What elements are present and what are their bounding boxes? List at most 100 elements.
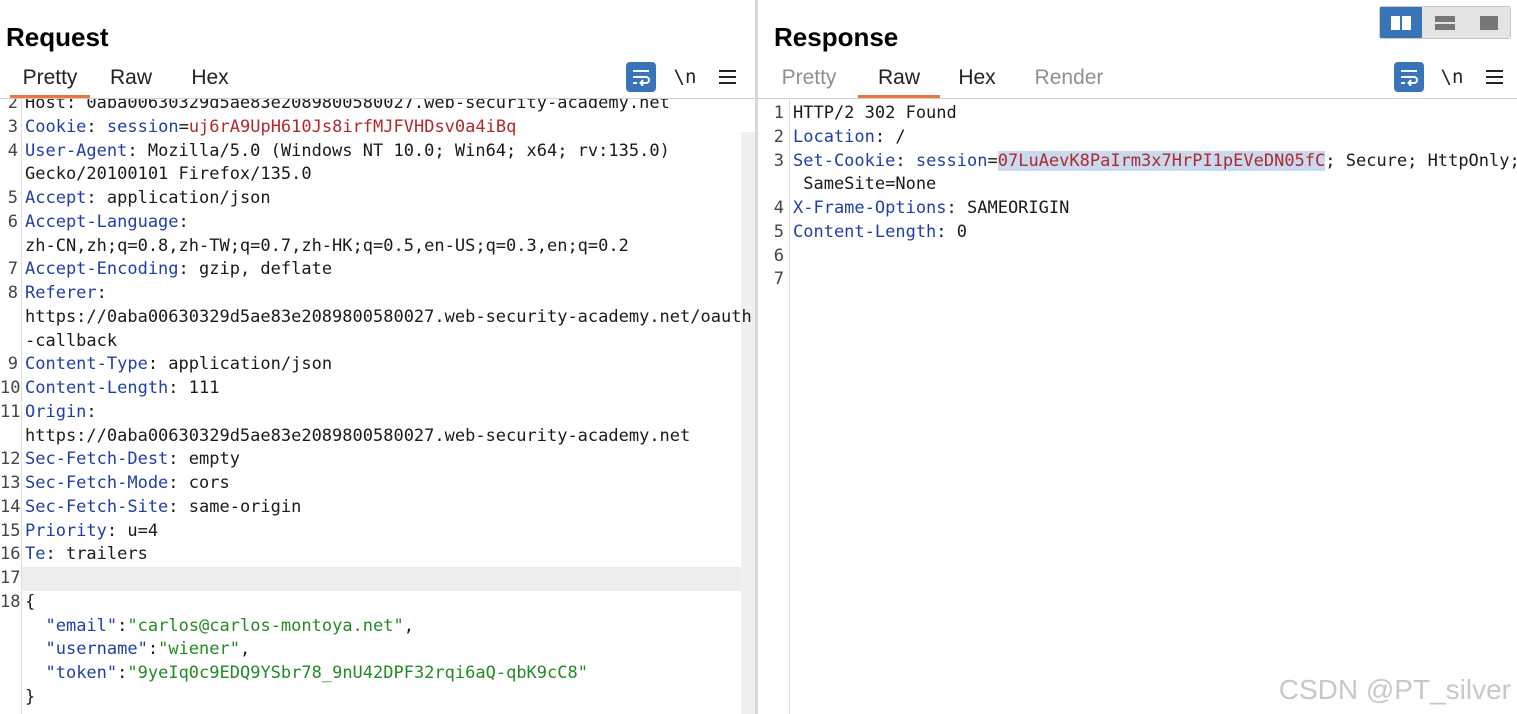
code-token: Set-Cookie — [793, 150, 896, 171]
request-pane: Request Pretty Raw Hex \n 2 Host: 0aba006… — [0, 0, 755, 714]
layout-switcher — [1379, 6, 1511, 39]
code-token: { — [25, 591, 36, 612]
code-token: "9yeIq0c9EDQ9YSbr78_9nU42DPF32rqi6aQ-qbK… — [127, 663, 588, 683]
code-token: uj6rA9UpH610Js8irfMJFVHDsv0a4iBq — [188, 116, 517, 137]
code-text: Gecko/20100101 Firefox/135.0 — [25, 163, 312, 187]
watermark: CSDN @PT_silver — [1278, 674, 1511, 705]
code-token: Gecko/20100101 Firefox/135.0 — [25, 164, 312, 185]
code-text: X-Frame-Options: SAMEORIGIN — [793, 197, 1069, 221]
tab-request-pretty[interactable]: Pretty — [10, 66, 90, 98]
code-token: Accept — [25, 188, 87, 208]
code-token: Location — [793, 126, 875, 147]
code-text: Sec-Fetch-Mode: cors — [25, 472, 230, 496]
word-wrap-icon[interactable] — [1394, 62, 1424, 92]
code-text: Referer: — [25, 282, 107, 306]
line-number: 14 — [0, 496, 21, 517]
code-token: : empty — [168, 449, 240, 470]
code-token: : — [117, 615, 128, 636]
code-token: Accept-Encoding — [25, 259, 179, 280]
word-wrap-icon[interactable] — [626, 62, 656, 92]
line-number: 4 — [773, 198, 784, 218]
hamburger-menu-icon[interactable] — [1479, 62, 1509, 92]
code-token: Origin — [25, 401, 87, 422]
single-pane-icon[interactable] — [1468, 7, 1510, 38]
request-scrollbar[interactable] — [741, 132, 755, 714]
code-token: zh-CN,zh;q=0.8,zh-TW;q=0.7,zh-HK;q=0.5,e… — [25, 235, 629, 256]
code-text: Accept-Language: — [25, 211, 189, 235]
response-editor[interactable]: 1 HTTP/2 302 Found 2 Location: / 3 Set-Cookie… — [758, 99, 1517, 714]
code-text: Te: trailers — [25, 543, 148, 567]
response-pane: Response Pretty Raw Hex Render \n 1 HTTP/… — [758, 0, 1517, 714]
line-number: 8 — [7, 283, 18, 303]
tab-request-raw[interactable]: Raw — [102, 66, 160, 98]
code-text: Sec-Fetch-Dest: empty — [25, 448, 240, 472]
code-token: "email" — [45, 615, 118, 636]
code-token: : — [96, 283, 107, 303]
request-editor[interactable]: 2 Host: 0aba00630329d5ae83e2089800580027.… — [0, 99, 755, 714]
code-text: Priority: u=4 — [25, 520, 158, 544]
code-text: Content-Length: 0 — [793, 221, 967, 245]
code-text: Accept-Encoding: gzip, deflate — [25, 258, 332, 282]
tab-request-hex[interactable]: Hex — [182, 66, 238, 98]
code-token: session — [106, 116, 179, 137]
code-token: X-Frame-Options — [793, 198, 947, 218]
tab-response-hex[interactable]: Hex — [956, 66, 998, 98]
code-token: : — [117, 663, 128, 683]
code-token: , — [239, 639, 251, 660]
code-token: } — [25, 686, 36, 707]
code-token: https://0aba00630329d5ae83e2089800580027… — [25, 425, 691, 446]
code-token: 07LuAevK8PaIrm3x7HrPI1pEVeDN05fC — [997, 150, 1326, 171]
code-token: Host: 0aba00630329d5ae83e2089800580027.w… — [25, 99, 670, 113]
code-token: SameSite=None — [793, 174, 937, 195]
show-newlines-icon[interactable]: \n — [1437, 62, 1467, 92]
code-token: = — [987, 150, 998, 171]
code-text: "username":"wiener", — [25, 638, 250, 662]
code-text: Set-Cookie: session=07LuAevK8PaIrm3x7HrP… — [793, 150, 1517, 174]
code-token: session — [915, 150, 988, 171]
line-number: 13 — [0, 473, 21, 493]
show-newlines-icon[interactable]: \n — [670, 62, 700, 92]
line-number: 10 — [0, 378, 21, 398]
code-text: } — [25, 686, 35, 710]
code-token: : — [147, 639, 159, 660]
code-text: HTTP/2 302 Found — [793, 102, 957, 126]
split-vertical-icon[interactable] — [1424, 7, 1466, 38]
code-token: : application/json — [147, 354, 333, 375]
code-text: Accept: application/json — [25, 187, 271, 211]
code-text: https://0aba00630329d5ae83e2089800580027… — [25, 425, 690, 449]
request-title: Request — [6, 22, 109, 52]
code-token: : — [178, 211, 189, 232]
line-number: 7 — [7, 259, 18, 280]
tab-response-render[interactable]: Render — [1032, 66, 1106, 98]
line-number: 16 — [0, 544, 21, 565]
code-token: : application/json — [86, 188, 271, 208]
code-token: Sec-Fetch-Mode — [25, 473, 169, 493]
code-text: https://0aba00630329d5ae83e2089800580027… — [25, 306, 752, 330]
code-token: Content-Length — [25, 378, 169, 398]
tab-response-raw[interactable]: Raw — [858, 66, 940, 98]
code-token: -callback — [25, 330, 118, 351]
code-token: : SAMEORIGIN — [946, 198, 1070, 218]
hamburger-menu-icon[interactable] — [712, 62, 742, 92]
line-number: 9 — [7, 354, 18, 375]
code-token: : same-origin — [168, 496, 302, 517]
code-text: Content-Type: application/json — [25, 353, 332, 377]
line-number: 2 — [7, 99, 18, 113]
split-horizontal-icon[interactable] — [1380, 7, 1422, 38]
tab-response-pretty[interactable]: Pretty — [778, 66, 840, 98]
line-number: 1 — [773, 103, 784, 123]
line-number: 7 — [773, 269, 784, 290]
code-text: Host: 0aba00630329d5ae83e2089800580027.w… — [25, 99, 670, 116]
code-text: User-Agent: Mozilla/5.0 (Windows NT 10.0… — [25, 140, 670, 164]
line-number: 15 — [0, 520, 21, 541]
code-token: ; Secure; HttpOnly; — [1325, 150, 1517, 171]
active-line-highlight — [22, 567, 741, 591]
line-number: 2 — [773, 126, 784, 147]
line-number: 18 — [0, 591, 21, 612]
code-token: : u=4 — [106, 520, 159, 541]
code-token: Priority — [25, 520, 107, 541]
code-token: : — [86, 401, 97, 422]
code-token: https://0aba00630329d5ae83e2089800580027… — [25, 306, 752, 327]
code-token: : — [86, 116, 107, 137]
